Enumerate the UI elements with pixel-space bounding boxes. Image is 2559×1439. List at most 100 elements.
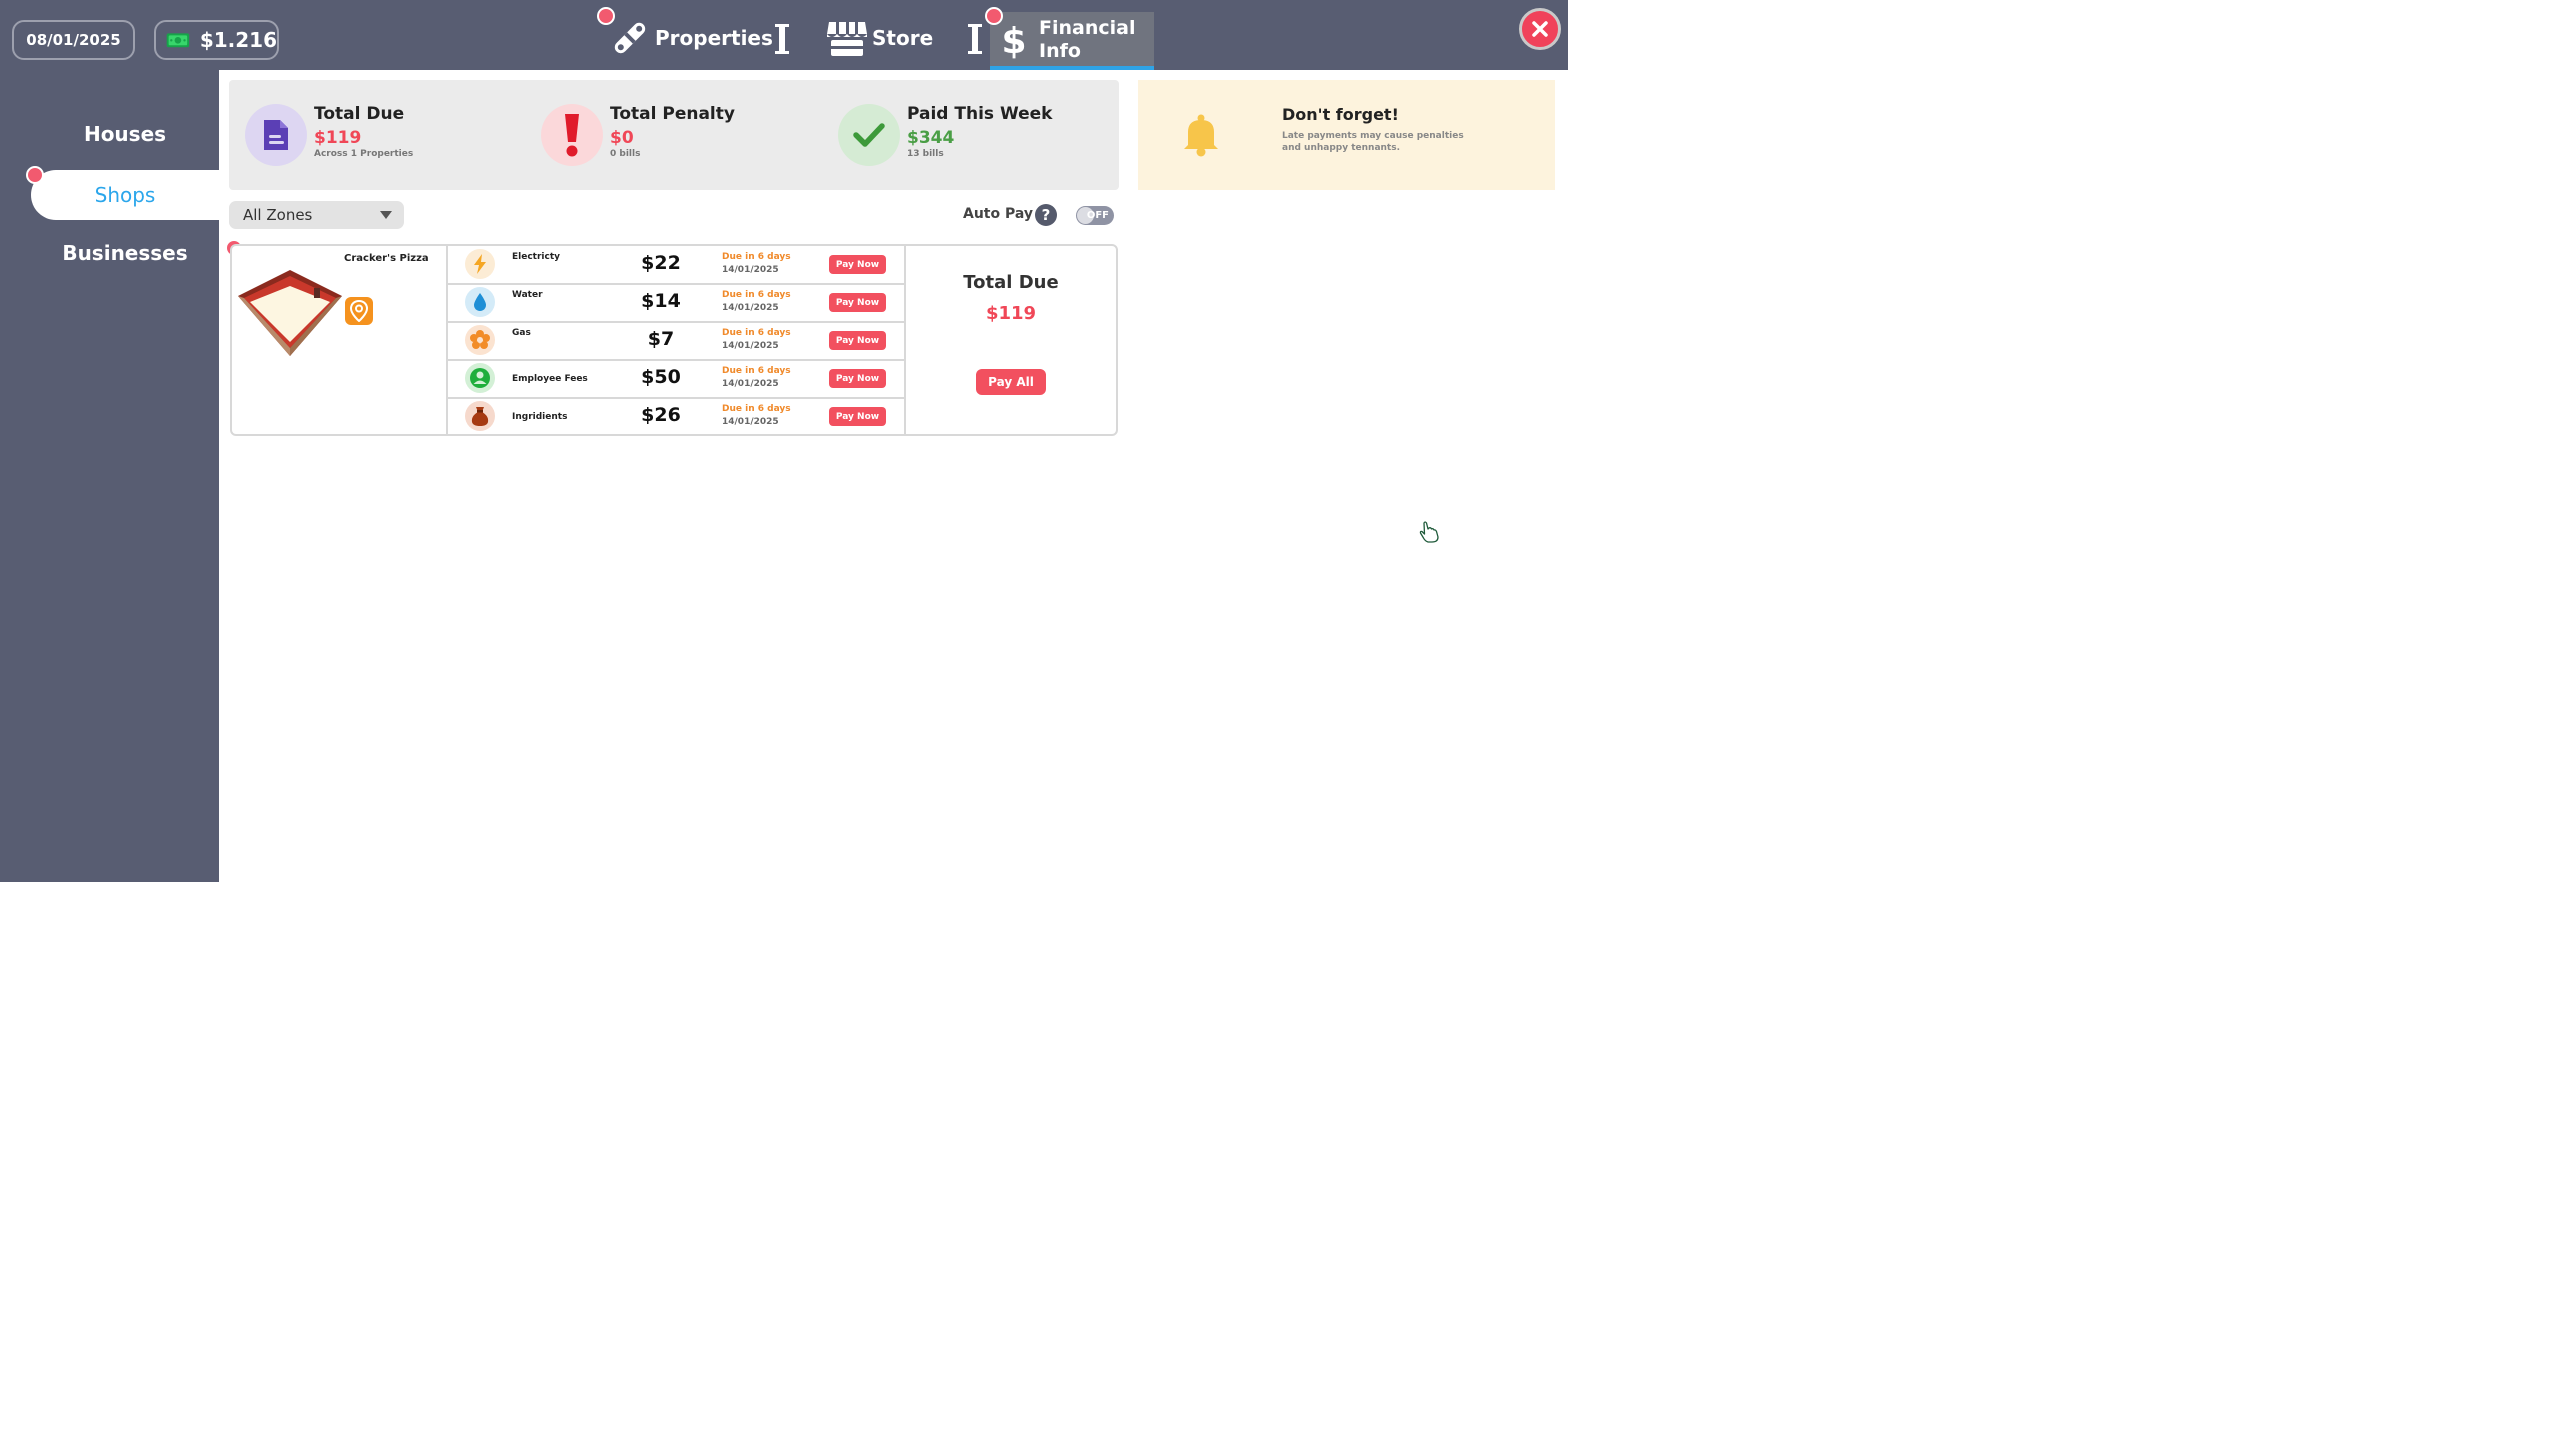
sidebar-item-houses[interactable]: Houses bbox=[31, 109, 219, 159]
cash-icon bbox=[166, 33, 190, 48]
bill-name: Gas bbox=[512, 328, 531, 338]
bill-row: Ingridients $26 Due in 6 days 14/01/2025… bbox=[446, 398, 904, 435]
pay-now-button[interactable]: Pay Now bbox=[829, 331, 886, 350]
bill-due: Due in 6 days bbox=[722, 404, 791, 414]
sidebar-item-businesses[interactable]: Businesses bbox=[31, 228, 219, 278]
total-due-value: $119 bbox=[314, 128, 362, 148]
date-display: 08/01/2025 bbox=[12, 20, 135, 60]
zone-dropdown-value: All Zones bbox=[243, 206, 313, 224]
dollar-icon: $ bbox=[1001, 21, 1026, 60]
bill-name: Water bbox=[512, 290, 543, 300]
water-drop-icon bbox=[474, 293, 486, 311]
close-icon bbox=[1532, 21, 1548, 37]
property-name: Cracker's Pizza bbox=[344, 253, 429, 264]
document-icon bbox=[264, 120, 288, 150]
bill-amount: $7 bbox=[647, 328, 675, 350]
checkmark-icon bbox=[853, 123, 885, 147]
nav-separator bbox=[968, 24, 982, 54]
store-icon bbox=[827, 22, 867, 56]
sack-icon-bg bbox=[465, 401, 495, 431]
nav-tab-financial-label-line2: Info bbox=[1039, 40, 1081, 62]
money-text: $1.216 bbox=[199, 28, 277, 52]
exclamation-icon bbox=[565, 114, 579, 157]
reminder-title: Don't forget! bbox=[1282, 105, 1399, 124]
bill-amount: $50 bbox=[641, 366, 681, 388]
property-thumbnail bbox=[238, 270, 342, 356]
bill-row: Water $14 Due in 6 days 14/01/2025 Pay N… bbox=[446, 284, 904, 323]
bill-amount: $26 bbox=[641, 404, 681, 426]
total-penalty-icon-bg bbox=[541, 104, 603, 166]
pay-now-button[interactable]: Pay Now bbox=[829, 407, 886, 426]
person-icon bbox=[470, 368, 490, 388]
lightning-icon bbox=[474, 254, 486, 274]
bill-date: 14/01/2025 bbox=[722, 417, 779, 427]
bill-due: Due in 6 days bbox=[722, 328, 791, 338]
bill-row: Electricty $22 Due in 6 days 14/01/2025 … bbox=[446, 246, 904, 285]
nav-tab-store[interactable]: Store bbox=[826, 10, 933, 66]
property-info: Cracker's Pizza bbox=[232, 246, 448, 434]
nav-tab-store-label: Store bbox=[872, 26, 934, 50]
pay-all-button[interactable]: Pay All bbox=[976, 369, 1046, 395]
nav-tab-financial-label-line1: Financial bbox=[1039, 17, 1136, 39]
property-total-box: Total Due $119 Pay All bbox=[906, 246, 1116, 434]
nav-tab-financial-info[interactable]: $ Financial Info bbox=[990, 12, 1154, 70]
bill-date: 14/01/2025 bbox=[722, 379, 779, 389]
svg-text:$: $ bbox=[1001, 21, 1026, 60]
pay-now-button[interactable]: Pay Now bbox=[829, 369, 886, 388]
paid-this-week-sub: 13 bills bbox=[907, 149, 944, 159]
zone-dropdown[interactable]: All Zones bbox=[229, 201, 404, 229]
property-card: Cracker's Pizza Electricty $22 Due in 6 … bbox=[230, 244, 1118, 436]
paid-this-week-title: Paid This Week bbox=[907, 104, 1053, 124]
paid-this-week-value: $344 bbox=[907, 128, 955, 148]
shops-notification-badge bbox=[26, 166, 44, 184]
location-pin-button[interactable] bbox=[345, 297, 373, 325]
bill-name: Employee Fees bbox=[512, 374, 588, 384]
hand-cursor-icon bbox=[1419, 521, 1439, 543]
money-display: $1.216 bbox=[154, 20, 279, 60]
flower-icon bbox=[470, 330, 490, 349]
date-text: 08/01/2025 bbox=[26, 31, 121, 49]
bell-icon bbox=[1184, 114, 1218, 157]
autopay-label: Auto Pay bbox=[963, 206, 1034, 222]
person-icon-bg bbox=[465, 363, 495, 393]
nav-separator bbox=[775, 24, 789, 54]
bill-name: Electricty bbox=[512, 252, 561, 262]
property-total-title: Total Due bbox=[963, 272, 1059, 293]
reminder-panel: Don't forget! Late payments may cause pe… bbox=[1138, 80, 1555, 190]
bill-row: Employee Fees $50 Due in 6 days 14/01/20… bbox=[446, 360, 904, 399]
bill-list: Electricty $22 Due in 6 days 14/01/2025 … bbox=[446, 246, 906, 434]
bill-row: Gas $7 Due in 6 days 14/01/2025 Pay Now bbox=[446, 322, 904, 361]
total-due-sub: Across 1 Properties bbox=[314, 149, 414, 159]
bill-date: 14/01/2025 bbox=[722, 265, 779, 275]
lightning-icon-bg bbox=[465, 249, 495, 279]
paid-icon-bg bbox=[838, 104, 900, 166]
pay-now-button[interactable]: Pay Now bbox=[829, 293, 886, 312]
sidebar-item-shops[interactable]: Shops bbox=[31, 170, 219, 220]
bill-date: 14/01/2025 bbox=[722, 341, 779, 351]
bill-due: Due in 6 days bbox=[722, 366, 791, 376]
bill-name: Ingridients bbox=[512, 412, 568, 422]
financial-notification-badge bbox=[985, 7, 1003, 25]
sidebar-item-label: Shops bbox=[94, 183, 156, 207]
nav-tab-properties-label: Properties bbox=[655, 26, 773, 50]
close-button[interactable] bbox=[1519, 8, 1561, 50]
sack-icon bbox=[471, 407, 489, 426]
bill-due: Due in 6 days bbox=[722, 252, 791, 262]
nav-tab-properties[interactable]: Properties bbox=[610, 10, 773, 66]
properties-notification-badge bbox=[597, 7, 615, 25]
property-total-value: $119 bbox=[985, 303, 1037, 324]
summary-panel: Total Due $119 Across 1 Properties Total… bbox=[229, 80, 1119, 190]
flower-icon-bg bbox=[465, 325, 495, 355]
bill-date: 14/01/2025 bbox=[722, 303, 779, 313]
sidebar-item-label: Businesses bbox=[62, 241, 188, 265]
autopay-toggle[interactable]: OFF bbox=[1076, 206, 1114, 225]
total-penalty-value: $0 bbox=[610, 128, 634, 148]
total-penalty-sub: 0 bills bbox=[610, 149, 641, 159]
pay-now-button[interactable]: Pay Now bbox=[829, 255, 886, 274]
water-drop-icon-bg bbox=[465, 287, 495, 317]
bill-amount: $14 bbox=[641, 290, 681, 312]
location-pin-icon bbox=[350, 300, 368, 322]
help-icon[interactable]: ? bbox=[1035, 204, 1057, 226]
sidebar-item-label: Houses bbox=[83, 122, 167, 146]
chevron-down-icon bbox=[380, 211, 392, 219]
